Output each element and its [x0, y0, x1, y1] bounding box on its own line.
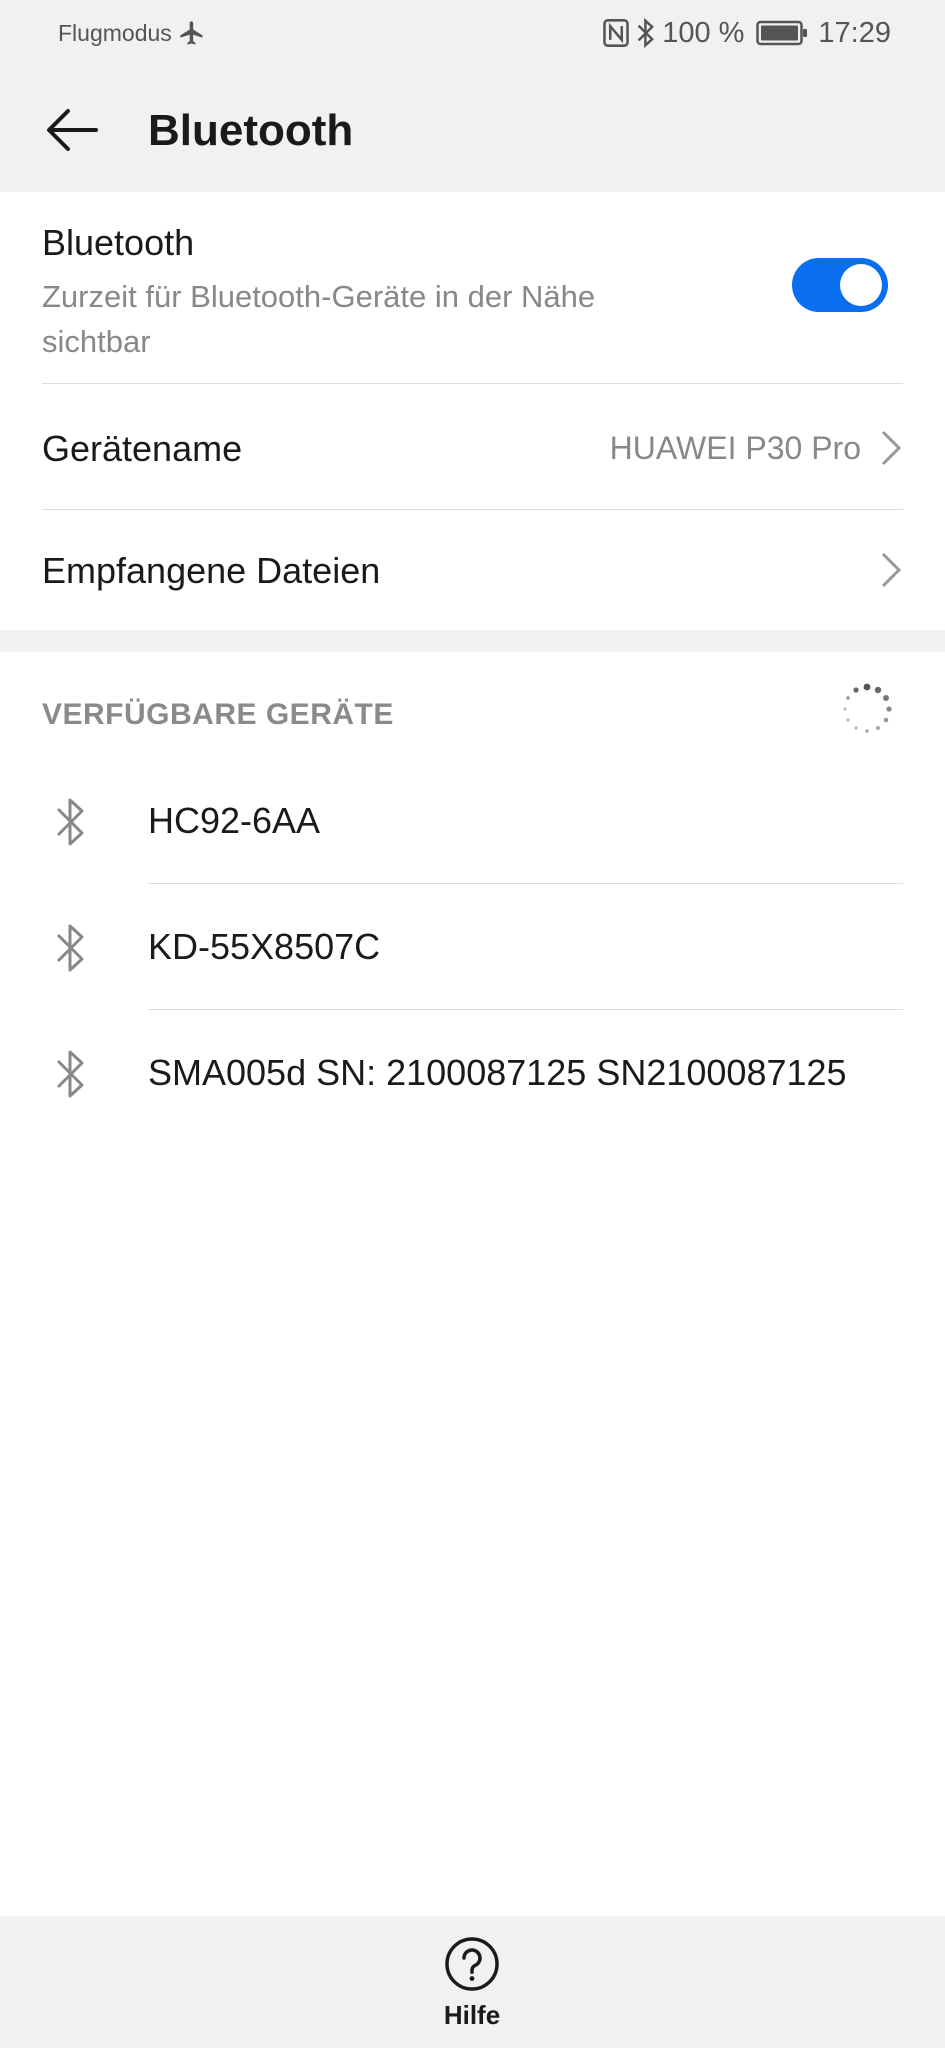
received-files-label: Empfangene Dateien [42, 550, 381, 591]
nfc-icon [603, 19, 629, 47]
help-label: Hilfe [443, 2000, 501, 2030]
device-name-row[interactable]: Gerätename HUAWEI P30 Pro [0, 384, 945, 510]
bluetooth-icon [56, 798, 84, 846]
device-name: SMA005d SN: 2100087125 SN2100087125 [148, 1052, 847, 1093]
list-item[interactable]: SMA005d SN: 2100087125 SN2100087125 [0, 1010, 945, 1136]
airplane-mode-label: Flugmodus [58, 19, 172, 46]
device-name-value: HUAWEI P30 Pro [609, 430, 861, 466]
scanning-spinner-icon [843, 683, 892, 733]
bottom-bar: Hilfe [0, 1916, 945, 2048]
device-name-label: Gerätename [42, 428, 243, 469]
arrow-left-icon [47, 109, 98, 151]
battery-percent: 100 % [662, 16, 745, 49]
clock: 17:29 [818, 16, 891, 49]
bluetooth-icon [56, 1050, 84, 1098]
bluetooth-settings-card: Bluetooth Zurzeit für Bluetooth-Geräte i… [0, 192, 945, 630]
bluetooth-icon [56, 924, 84, 972]
bluetooth-toggle-row[interactable]: Bluetooth Zurzeit für Bluetooth-Geräte i… [0, 192, 945, 384]
list-item[interactable]: KD-55X8507C [0, 884, 945, 1010]
app-bar: Bluetooth [0, 68, 945, 192]
bluetooth-switch[interactable] [792, 258, 888, 312]
help-button[interactable]: Hilfe [412, 1936, 532, 2042]
device-name: HC92-6AA [148, 800, 321, 841]
status-bar: Flugmodus 100 % 17:29 [0, 0, 945, 68]
section-separator [0, 630, 945, 652]
switch-knob [840, 264, 882, 306]
received-files-row[interactable]: Empfangene Dateien [0, 510, 945, 630]
battery-icon [756, 20, 808, 46]
list-item[interactable]: HC92-6AA [0, 758, 945, 884]
bluetooth-status-icon [637, 17, 655, 49]
status-right: 100 % 17:29 [602, 14, 891, 52]
back-button[interactable] [40, 98, 104, 162]
page-title: Bluetooth [148, 106, 354, 155]
device-name: KD-55X8507C [148, 926, 381, 967]
help-icon [445, 1937, 499, 1991]
status-left: Flugmodus [58, 16, 206, 50]
bluetooth-toggle-title: Bluetooth [42, 222, 195, 263]
chevron-right-icon [881, 430, 902, 466]
available-devices-header: VERFÜGBARE GERÄTE [42, 698, 394, 731]
airplane-icon [180, 21, 203, 45]
chevron-right-icon [881, 552, 902, 588]
bluetooth-visibility-subtitle: Zurzeit für Bluetooth-Geräte in der Nähe… [42, 279, 596, 359]
